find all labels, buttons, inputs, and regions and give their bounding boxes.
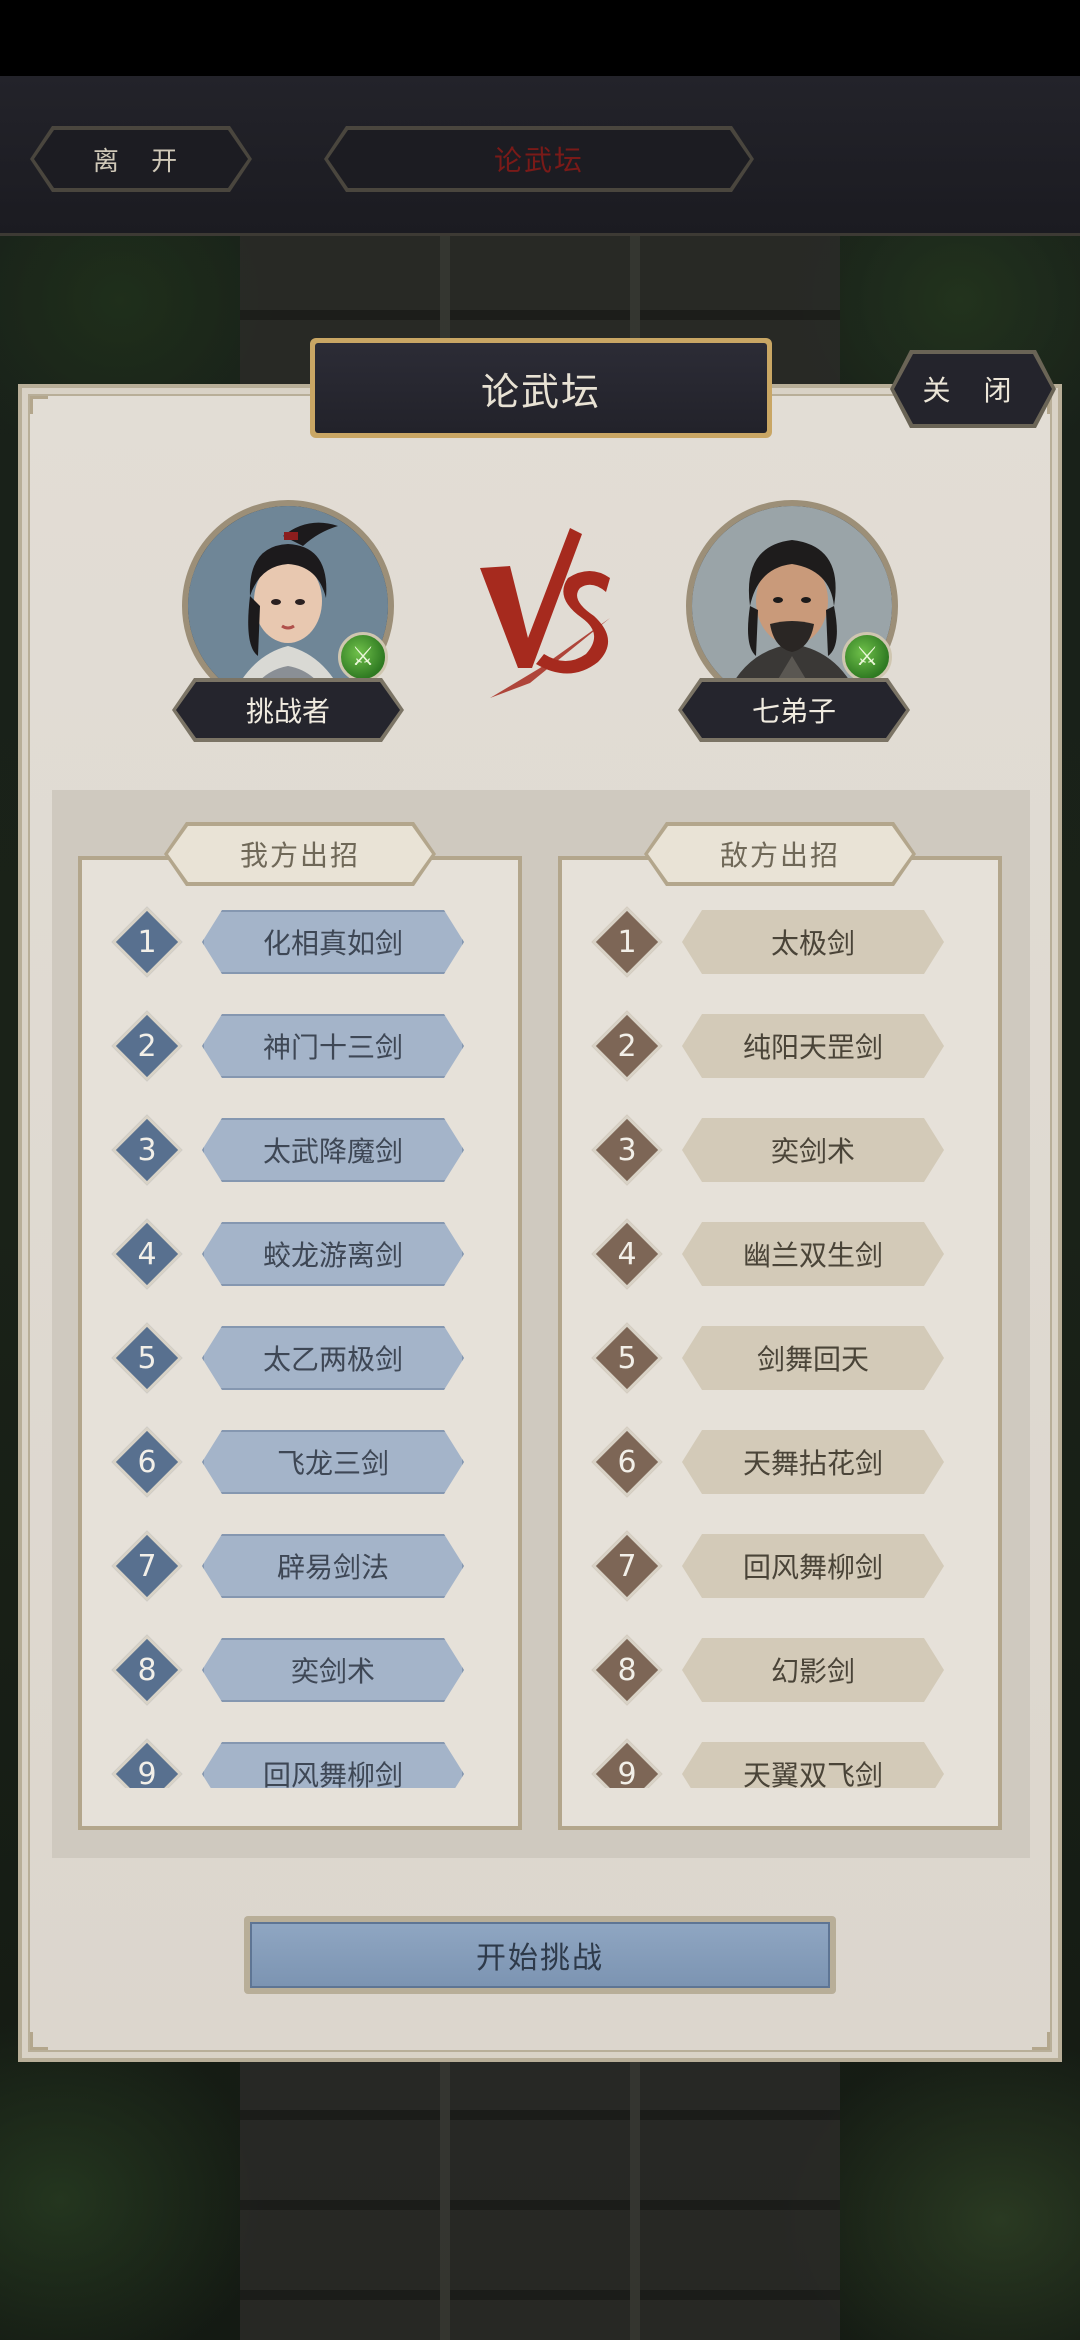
my-move-row-1[interactable]: 1 化相真如剑 (108, 906, 488, 978)
move-number: 7 (617, 1548, 637, 1584)
move-number: 6 (617, 1444, 637, 1480)
my-move-row-5[interactable]: 5 太乙两极剑 (108, 1322, 488, 1394)
enemy-move-row-9[interactable]: 9 天翼双飞剑 (588, 1738, 968, 1789)
leave-button[interactable]: 离 开 (34, 130, 248, 188)
challenger-sword-badge-icon: ⚔ (338, 632, 388, 682)
opponent-name: 七弟子 (751, 695, 836, 728)
panel-title-frame: 论武坛 (310, 338, 772, 438)
enemy-move-row-4[interactable]: 4 幽兰双生剑 (588, 1218, 968, 1290)
move-name[interactable]: 奕剑术 (682, 1118, 944, 1182)
enemy-move-row-1[interactable]: 1 太极剑 (588, 906, 968, 978)
move-name[interactable]: 飞龙三剑 (202, 1430, 464, 1494)
move-number: 7 (137, 1548, 157, 1584)
opponent-nameplate: 七弟子 (682, 682, 906, 738)
enemy-moves-header: 敌方出招 (648, 826, 912, 882)
my-moves-header-label: 我方出招 (239, 839, 360, 872)
move-number: 2 (617, 1028, 637, 1064)
my-move-row-4[interactable]: 4 蛟龙游离剑 (108, 1218, 488, 1290)
vs-logo-icon (480, 528, 610, 698)
opponent-sword-badge-icon: ⚔ (842, 632, 892, 682)
move-number: 4 (137, 1236, 157, 1272)
move-number: 6 (137, 1444, 157, 1480)
panel-corner-bl (30, 2032, 48, 2050)
move-name[interactable]: 天翼双飞剑 (682, 1742, 944, 1788)
move-name[interactable]: 剑舞回天 (682, 1326, 944, 1390)
close-button[interactable]: 关 闭 (894, 354, 1052, 424)
enemy-move-row-2[interactable]: 2 纯阳天罡剑 (588, 1010, 968, 1082)
my-move-row-7[interactable]: 7 辟易剑法 (108, 1530, 488, 1602)
my-moves-list[interactable]: 1 化相真如剑 2 神门十三剑 3 太武降魔剑 4 蛟龙游离剑 5 太乙两极剑 … (108, 900, 488, 1788)
move-number: 1 (137, 924, 157, 960)
enemy-move-row-8[interactable]: 8 幻影剑 (588, 1634, 968, 1706)
move-name[interactable]: 回风舞柳剑 (682, 1534, 944, 1598)
start-challenge-button[interactable]: 开始挑战 (250, 1922, 830, 1988)
enemy-move-row-7[interactable]: 7 回风舞柳剑 (588, 1530, 968, 1602)
enemy-move-row-3[interactable]: 3 奕剑术 (588, 1114, 968, 1186)
panel-title: 论武坛 (315, 343, 767, 433)
nav-title-label: 论武坛 (493, 144, 584, 177)
status-bar (0, 0, 1080, 76)
move-name[interactable]: 太武降魔剑 (202, 1118, 464, 1182)
move-name[interactable]: 太乙两极剑 (202, 1326, 464, 1390)
move-number: 2 (137, 1028, 157, 1064)
move-number: 3 (137, 1132, 157, 1168)
move-number: 9 (137, 1756, 157, 1789)
start-challenge-label: 开始挑战 (476, 1941, 604, 1976)
my-move-row-8[interactable]: 8 奕剑术 (108, 1634, 488, 1706)
close-button-label: 关 闭 (922, 374, 1024, 407)
move-name[interactable]: 蛟龙游离剑 (202, 1222, 464, 1286)
leave-button-label: 离 开 (92, 146, 190, 177)
move-name[interactable]: 天舞拈花剑 (682, 1430, 944, 1494)
panel-corner-tl (30, 396, 48, 414)
enemy-moves-list[interactable]: 1 太极剑 2 纯阳天罡剑 3 奕剑术 4 幽兰双生剑 5 剑舞回天 6 天舞拈… (588, 900, 968, 1788)
my-moves-header: 我方出招 (168, 826, 432, 882)
move-number: 9 (617, 1756, 637, 1789)
move-name[interactable]: 幻影剑 (682, 1638, 944, 1702)
enemy-move-row-6[interactable]: 6 天舞拈花剑 (588, 1426, 968, 1498)
move-name[interactable]: 幽兰双生剑 (682, 1222, 944, 1286)
move-number: 3 (617, 1132, 637, 1168)
my-move-row-6[interactable]: 6 飞龙三剑 (108, 1426, 488, 1498)
move-name[interactable]: 神门十三剑 (202, 1014, 464, 1078)
move-name[interactable]: 辟易剑法 (202, 1534, 464, 1598)
move-name[interactable]: 纯阳天罡剑 (682, 1014, 944, 1078)
my-move-row-3[interactable]: 3 太武降魔剑 (108, 1114, 488, 1186)
move-number: 5 (137, 1340, 157, 1376)
move-number: 8 (137, 1652, 157, 1688)
challenger-name: 挑战者 (245, 695, 330, 728)
move-number: 8 (617, 1652, 637, 1688)
move-name[interactable]: 奕剑术 (202, 1638, 464, 1702)
move-number: 5 (617, 1340, 637, 1376)
move-number: 4 (617, 1236, 637, 1272)
top-nav: 离 开 论武坛 (0, 76, 1080, 236)
challenger-nameplate: 挑战者 (176, 682, 400, 738)
move-number: 1 (617, 924, 637, 960)
panel-corner-br (1032, 2032, 1050, 2050)
enemy-move-row-5[interactable]: 5 剑舞回天 (588, 1322, 968, 1394)
move-name[interactable]: 化相真如剑 (202, 910, 464, 974)
nav-title: 论武坛 (328, 130, 750, 188)
my-move-row-9[interactable]: 9 回风舞柳剑 (108, 1738, 488, 1789)
move-name[interactable]: 太极剑 (682, 910, 944, 974)
enemy-moves-header-label: 敌方出招 (719, 839, 840, 872)
my-move-row-2[interactable]: 2 神门十三剑 (108, 1010, 488, 1082)
move-name[interactable]: 回风舞柳剑 (202, 1742, 464, 1788)
